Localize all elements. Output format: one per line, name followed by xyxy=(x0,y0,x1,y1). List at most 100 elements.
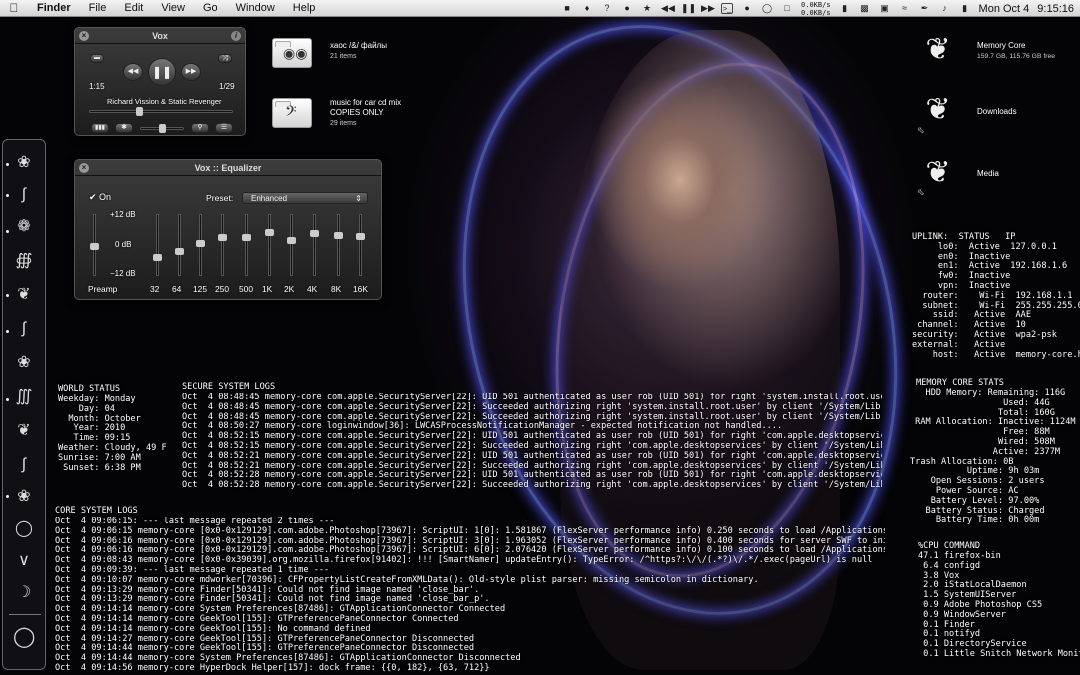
dock-app-icon[interactable]: ∰ xyxy=(13,250,35,272)
preset-dropdown[interactable]: Enhanced ⇕ xyxy=(242,192,368,204)
display-icon[interactable]: ▩ xyxy=(859,3,871,14)
previous-track-icon[interactable]: ◀◀ xyxy=(661,3,675,14)
desktop-folder-music[interactable]: 𝄢 xyxy=(272,92,312,128)
menu-app-finder[interactable]: Finder xyxy=(28,0,80,17)
dock-app-icon[interactable]: ❦ xyxy=(13,284,35,306)
dock-app-icon[interactable]: ∭ xyxy=(13,386,35,408)
eq-slider-knob[interactable] xyxy=(218,234,227,241)
dock-app-icon[interactable]: ❀ xyxy=(13,152,35,174)
dock-app-icon[interactable]: ☽ xyxy=(13,582,35,604)
drive-icon[interactable]: ▬ xyxy=(90,54,104,63)
dock-app-icon[interactable]: ∨ xyxy=(13,550,35,572)
close-icon[interactable]: × xyxy=(79,31,89,41)
eq-band-slider[interactable] xyxy=(287,214,296,276)
preamp-slider[interactable] xyxy=(90,214,99,276)
eq-band-slider[interactable] xyxy=(242,214,251,276)
media-folder-icon[interactable]: ❦ xyxy=(925,153,951,193)
eq-band-slider[interactable] xyxy=(196,214,205,276)
folder-name-music-2[interactable]: COPIES ONLY xyxy=(330,108,384,118)
menu-extra-icon[interactable]: ■ xyxy=(561,3,573,14)
help-icon[interactable]: ? xyxy=(601,3,613,14)
eq-slider-knob[interactable] xyxy=(356,233,365,240)
previous-track-button[interactable]: ◀◀ xyxy=(123,63,143,81)
drive-name-memory-core[interactable]: Memory Core xyxy=(977,41,1025,51)
play-pause-button[interactable]: ❚❚ xyxy=(148,58,176,86)
menu-extra-icon[interactable]: ▣ xyxy=(879,3,891,14)
eq-slider-knob[interactable] xyxy=(287,237,296,244)
volume-knob[interactable] xyxy=(159,124,166,133)
pause-icon[interactable]: ❚❚ xyxy=(681,3,696,14)
trash-icon[interactable]: ◯ xyxy=(13,626,35,648)
eq-slider-knob[interactable] xyxy=(242,234,251,241)
equalizer-title-bar[interactable]: × Vox :: Equalizer xyxy=(75,160,381,176)
vox-title-bar[interactable]: × Vox i xyxy=(75,28,245,44)
folder-name-chaos[interactable]: хаос /&/ файлы xyxy=(330,41,387,51)
dock-app-icon[interactable]: ❀ xyxy=(13,352,35,374)
menu-edit[interactable]: Edit xyxy=(115,0,152,17)
apple-logo-icon[interactable]:  xyxy=(0,1,28,15)
eq-slider-knob[interactable] xyxy=(265,229,274,236)
desktop-folder-chaos[interactable]: ◉◉ xyxy=(272,32,312,68)
menu-clock-time[interactable]: 9:15:16 xyxy=(1037,3,1074,15)
battery-icon[interactable]: ▮ xyxy=(959,3,971,14)
drive-name-downloads[interactable]: Downloads xyxy=(977,107,1017,117)
next-track-icon[interactable]: ▶▶ xyxy=(701,3,715,14)
eq-slider-knob[interactable] xyxy=(334,232,343,239)
close-icon[interactable]: × xyxy=(79,163,89,173)
menu-help[interactable]: Help xyxy=(284,0,325,17)
eq-slider-knob[interactable] xyxy=(196,240,205,247)
equalizer-button[interactable]: ▮▮▮ xyxy=(91,123,109,133)
menu-extra-icon[interactable]: ◯ xyxy=(761,3,773,14)
eq-on-checkbox[interactable]: ✔ On xyxy=(89,192,111,203)
eq-band-slider[interactable] xyxy=(175,214,184,276)
network-graph-icon[interactable]: ▮ xyxy=(839,3,851,14)
search-button[interactable]: ⚲ xyxy=(191,123,209,133)
downloads-folder-icon[interactable]: ❦ xyxy=(925,90,951,130)
network-speed[interactable]: 0.0KB/s 0.0KB/s xyxy=(801,1,831,17)
terminal-icon[interactable]: >_ xyxy=(721,3,734,14)
menu-extra-icon[interactable]: □ xyxy=(781,3,793,14)
eq-band-slider[interactable] xyxy=(265,214,274,276)
wifi-icon[interactable]: ≈ xyxy=(899,3,911,14)
dock-app-icon[interactable]: ❁ xyxy=(13,216,35,238)
drive-icon[interactable]: ❦ xyxy=(925,30,951,70)
menu-window[interactable]: Window xyxy=(227,0,284,17)
db-mid-label: 0 dB xyxy=(115,240,132,249)
eq-slider-knob[interactable] xyxy=(175,248,184,255)
progress-slider[interactable] xyxy=(89,107,233,116)
menu-view[interactable]: View xyxy=(152,0,194,17)
next-track-button[interactable]: ▶▶ xyxy=(181,63,201,81)
eq-slider-knob[interactable] xyxy=(153,254,162,261)
menu-extra-icon[interactable]: ♦ xyxy=(581,3,593,14)
eq-band-slider[interactable] xyxy=(218,214,227,276)
dock-app-icon[interactable]: ∫ xyxy=(13,318,35,340)
menu-clock-day[interactable]: Mon Oct 4 xyxy=(979,3,1030,15)
settings-button[interactable]: ✱ xyxy=(115,123,133,133)
eq-band-label: 500 xyxy=(239,284,253,294)
eq-slider-knob[interactable] xyxy=(90,243,99,250)
volume-icon[interactable]: ♪ xyxy=(939,3,951,14)
star-icon[interactable]: ★ xyxy=(641,3,653,14)
dock-app-icon[interactable]: ❦ xyxy=(13,420,35,442)
menu-extra-icon[interactable]: ● xyxy=(621,3,633,14)
volume-slider[interactable] xyxy=(140,124,184,133)
eq-band-slider[interactable] xyxy=(153,214,162,276)
menu-file[interactable]: File xyxy=(80,0,116,17)
menu-go[interactable]: Go xyxy=(194,0,227,17)
eq-band-slider[interactable] xyxy=(356,214,365,276)
dock-app-icon[interactable]: ∫ xyxy=(13,454,35,476)
dock-app-icon[interactable]: ❀ xyxy=(13,486,35,508)
pen-icon[interactable]: ✒ xyxy=(919,3,931,14)
folder-name-music[interactable]: music for car cd mix xyxy=(330,98,401,108)
shuffle-icon[interactable]: ⤨ xyxy=(218,54,232,63)
dock-app-icon[interactable]: ∫ xyxy=(13,184,35,206)
menu-extra-icon[interactable]: ● xyxy=(741,3,753,14)
playlist-button[interactable]: ☰ xyxy=(215,123,233,133)
eq-band-slider[interactable] xyxy=(310,214,319,276)
dock-app-icon[interactable]: ◯ xyxy=(13,518,35,540)
drive-name-media[interactable]: Media xyxy=(977,169,999,179)
eq-band-slider[interactable] xyxy=(334,214,343,276)
info-icon[interactable]: i xyxy=(231,31,241,41)
progress-knob[interactable] xyxy=(136,107,143,116)
eq-slider-knob[interactable] xyxy=(310,230,319,237)
